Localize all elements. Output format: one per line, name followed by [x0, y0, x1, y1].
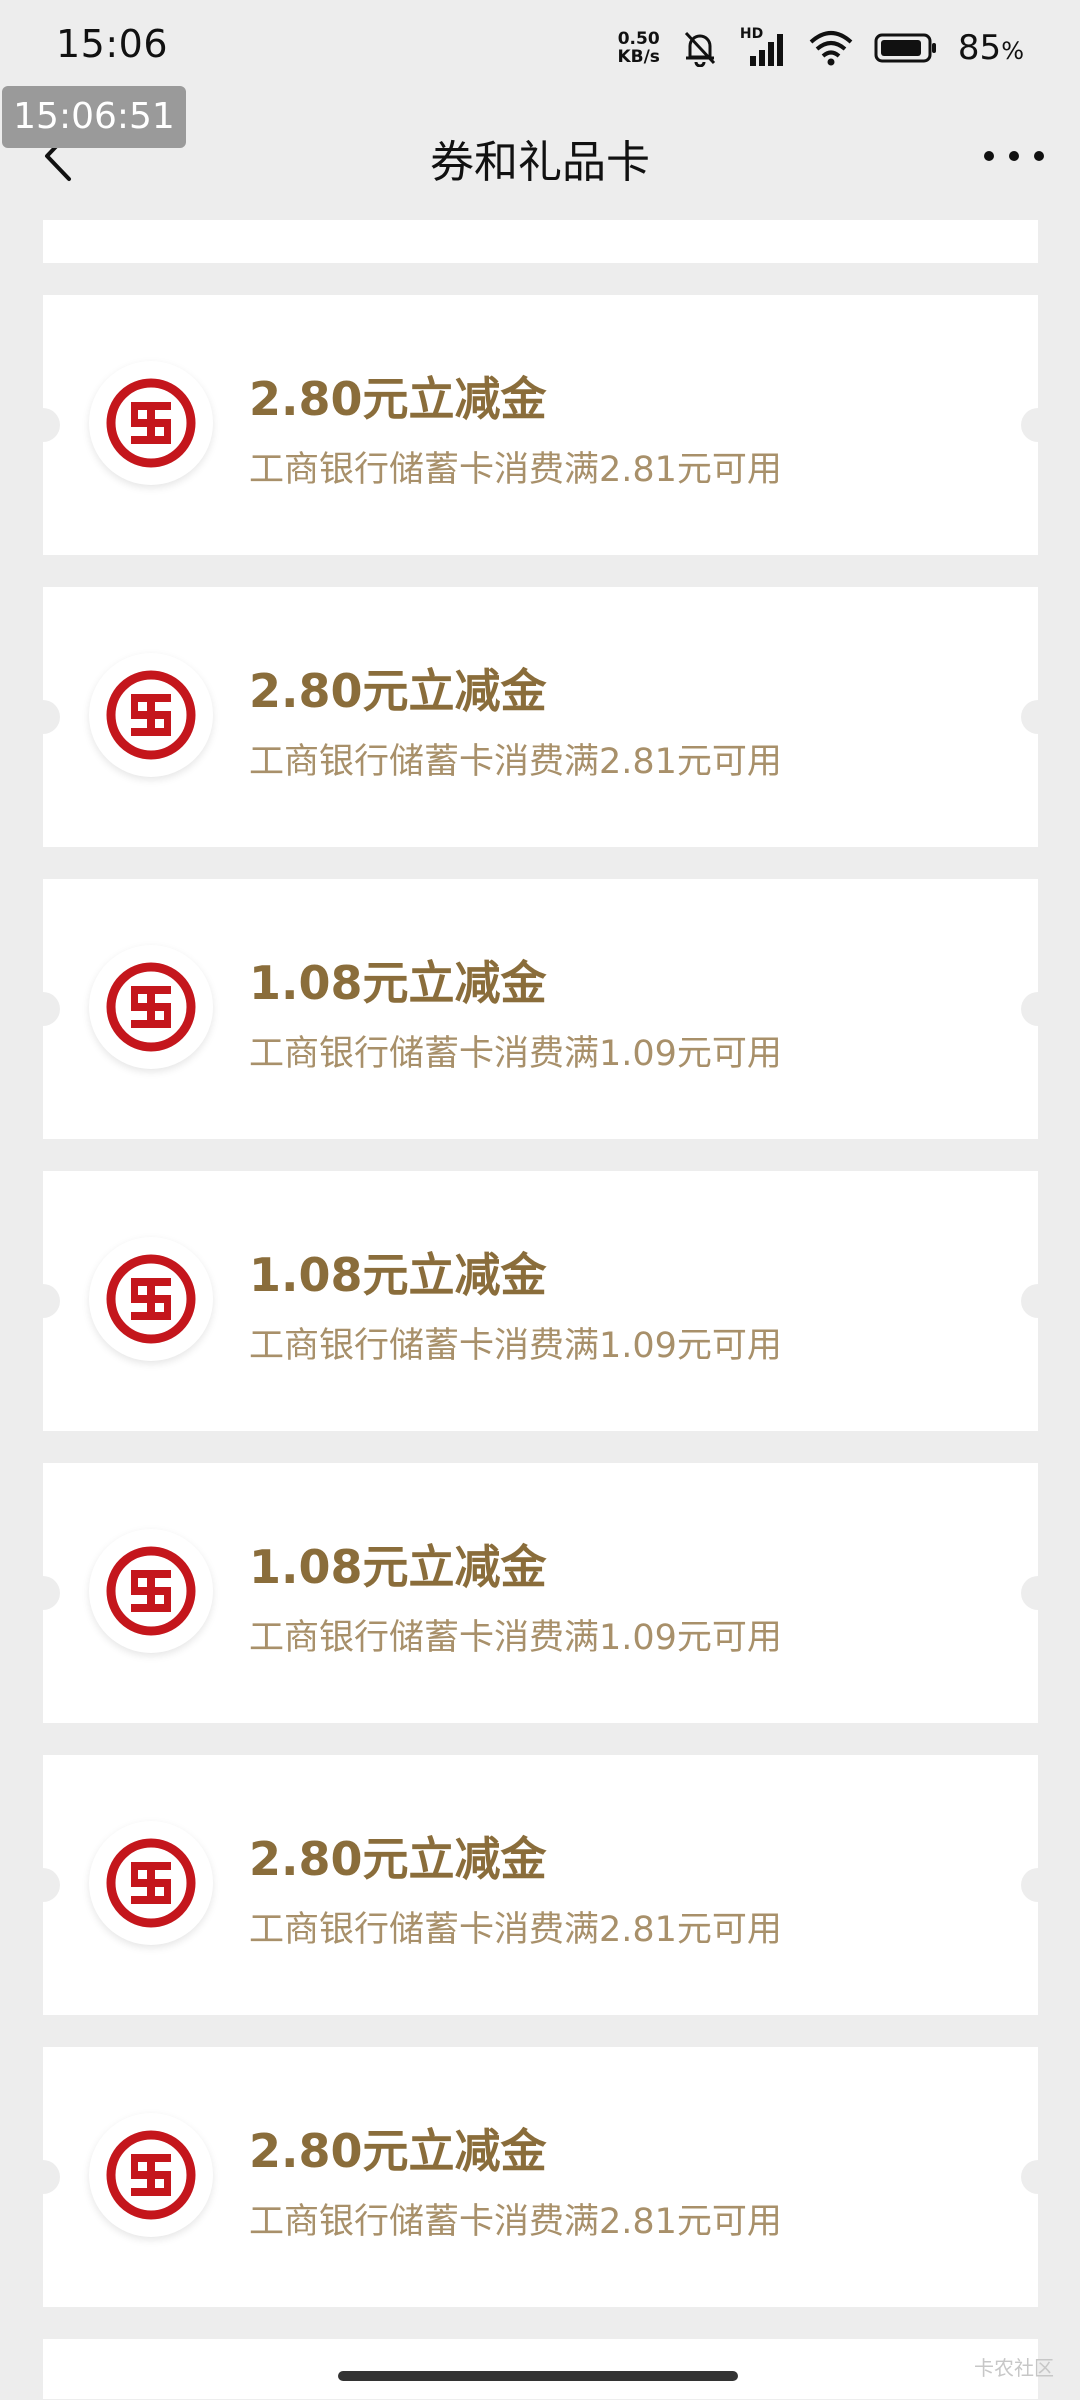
more-dot	[1009, 151, 1019, 161]
bank-logo	[89, 1237, 213, 1361]
card-notch	[1021, 2160, 1055, 2194]
coupon-title: 2.80元立减金	[249, 2124, 547, 2178]
coupon-cards: 2.80元立减金 工商银行储蓄卡消费满2.81元可用 2.80元立减金 工商银行…	[26, 295, 1055, 2307]
coupon-card[interactable]: 2.80元立减金 工商银行储蓄卡消费满2.81元可用	[26, 1755, 1055, 2015]
home-indicator[interactable]	[338, 2371, 738, 2381]
coupon-title: 2.80元立减金	[249, 1832, 547, 1886]
card-notch	[26, 1576, 60, 1610]
coupon-description: 工商银行储蓄卡消费满2.81元可用	[249, 1910, 782, 1950]
bank-logo	[89, 1821, 213, 1945]
bank-logo	[89, 653, 213, 777]
icbc-logo-icon	[106, 378, 196, 468]
network-speed-unit: KB/s	[617, 47, 660, 67]
battery-percent-value: 85	[957, 28, 1002, 68]
card-notch	[1021, 1576, 1055, 1610]
coupon-description: 工商银行储蓄卡消费满2.81元可用	[249, 742, 782, 782]
bank-logo	[89, 2113, 213, 2237]
network-speed-value: 0.50	[617, 29, 660, 49]
card-notch	[1021, 700, 1055, 734]
bank-logo	[89, 945, 213, 1069]
wifi-icon	[808, 28, 854, 68]
card-notch	[26, 700, 60, 734]
coupon-title: 1.08元立减金	[249, 956, 547, 1010]
battery-percent-sign: %	[1001, 37, 1024, 65]
bank-logo	[89, 361, 213, 485]
bank-logo	[89, 1529, 213, 1653]
status-time: 15:06	[56, 22, 169, 66]
battery-icon	[874, 28, 938, 68]
bell-muted-icon	[680, 28, 720, 68]
icbc-logo-icon	[106, 962, 196, 1052]
coupon-card-partial[interactable]	[43, 220, 1038, 263]
watermark: 卡农社区	[974, 2356, 1054, 2380]
icbc-logo-icon	[106, 2130, 196, 2220]
card-notch	[26, 408, 60, 442]
coupon-description: 工商银行储蓄卡消费满1.09元可用	[249, 1326, 782, 1366]
card-notch	[1021, 1868, 1055, 1902]
battery-percent: 85%	[958, 28, 1024, 68]
card-notch	[1021, 992, 1055, 1026]
network-speed: 0.50 KB/s	[617, 30, 659, 66]
icbc-logo-icon	[106, 670, 196, 760]
card-notch	[1021, 1284, 1055, 1318]
coupon-card[interactable]: 2.80元立减金 工商银行储蓄卡消费满2.81元可用	[26, 2047, 1055, 2307]
coupon-description: 工商银行储蓄卡消费满1.09元可用	[249, 1618, 782, 1658]
icbc-logo-icon	[106, 1838, 196, 1928]
icbc-logo-icon	[106, 1254, 196, 1344]
screenshot-timestamp: 15:06:51	[2, 86, 186, 148]
coupon-card[interactable]: 1.08元立减金 工商银行储蓄卡消费满1.09元可用	[26, 1463, 1055, 1723]
status-icons: 0.50 KB/s HD 85%	[617, 22, 1024, 74]
coupon-description: 工商银行储蓄卡消费满2.81元可用	[249, 450, 782, 490]
more-dot	[1034, 151, 1044, 161]
status-bar: 15:06 0.50 KB/s HD 85%	[0, 0, 1080, 100]
coupon-title: 2.80元立减金	[249, 372, 547, 426]
cellular-signal-icon: HD	[739, 26, 788, 68]
coupon-title: 1.08元立减金	[249, 1540, 547, 1594]
more-dot	[984, 151, 994, 161]
card-notch	[26, 1868, 60, 1902]
coupon-card[interactable]: 2.80元立减金 工商银行储蓄卡消费满2.81元可用	[26, 295, 1055, 555]
coupon-title: 1.08元立减金	[249, 1248, 547, 1302]
coupon-card[interactable]: 1.08元立减金 工商银行储蓄卡消费满1.09元可用	[26, 879, 1055, 1139]
screen: 15:06 0.50 KB/s HD 85% 15:06:51 券和礼品卡 2.…	[0, 0, 1080, 2400]
coupon-card-partial[interactable]	[43, 2339, 1038, 2399]
card-notch	[26, 2160, 60, 2194]
signal-hd-label: HD	[739, 26, 764, 42]
coupon-list: 2.80元立减金 工商银行储蓄卡消费满2.81元可用 2.80元立减金 工商银行…	[26, 220, 1055, 2399]
coupon-card[interactable]: 1.08元立减金 工商银行储蓄卡消费满1.09元可用	[26, 1171, 1055, 1431]
coupon-description: 工商银行储蓄卡消费满1.09元可用	[249, 1034, 782, 1074]
card-notch	[1021, 408, 1055, 442]
coupon-description: 工商银行储蓄卡消费满2.81元可用	[249, 2202, 782, 2242]
more-button[interactable]	[984, 142, 1044, 170]
coupon-card[interactable]: 2.80元立减金 工商银行储蓄卡消费满2.81元可用	[26, 587, 1055, 847]
card-notch	[26, 1284, 60, 1318]
card-notch	[26, 992, 60, 1026]
icbc-logo-icon	[106, 1546, 196, 1636]
coupon-title: 2.80元立减金	[249, 664, 547, 718]
